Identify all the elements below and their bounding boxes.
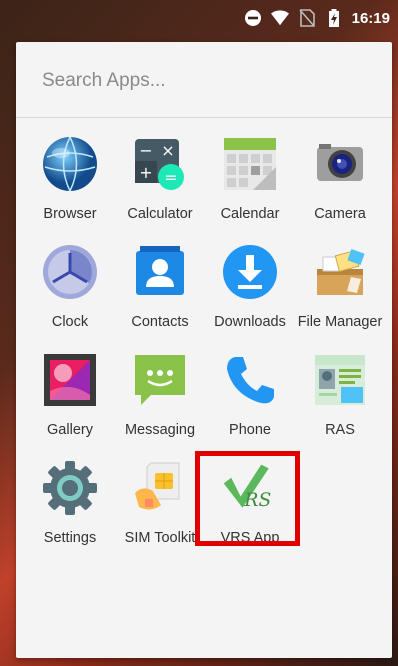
calendar-icon [220, 134, 280, 194]
app-contacts[interactable]: Contacts [115, 242, 205, 350]
app-label: Browser [43, 206, 97, 222]
app-label: VRS App [220, 530, 280, 546]
phone-icon [220, 350, 280, 410]
app-label: Phone [229, 422, 271, 438]
search-apps-input[interactable] [40, 64, 364, 98]
battery-charging-icon [325, 9, 343, 27]
app-sim-toolkit[interactable]: SIM Toolkit [115, 458, 205, 566]
app-label: Downloads [214, 314, 286, 330]
app-label: Clock [51, 314, 89, 330]
app-drawer-panel: Browser − × + = Calculator [16, 42, 392, 658]
download-icon [220, 242, 280, 302]
wifi-icon [270, 9, 289, 27]
app-settings[interactable]: Settings [25, 458, 115, 566]
clock-icon [40, 242, 100, 302]
app-calendar[interactable]: Calendar [205, 134, 295, 242]
app-label: Calendar [220, 206, 280, 222]
vrs-checkmark-icon: RS [220, 458, 280, 518]
app-camera[interactable]: Camera [295, 134, 385, 242]
app-label: Settings [43, 530, 97, 546]
app-label: SIM Toolkit [124, 530, 196, 546]
app-label: Gallery [47, 422, 93, 438]
app-label: Contacts [131, 314, 189, 330]
app-label: Calculator [127, 206, 193, 222]
app-browser[interactable]: Browser [25, 134, 115, 242]
calculator-icon: − × + = [130, 134, 190, 194]
app-calculator[interactable]: − × + = Calculator [115, 134, 205, 242]
svg-text:−: − [139, 141, 152, 160]
messaging-icon [130, 350, 190, 410]
status-bar: 16:19 [0, 0, 398, 36]
settings-gear-icon [40, 458, 100, 518]
app-gallery[interactable]: Gallery [25, 350, 115, 458]
app-ras[interactable]: RAS [295, 350, 385, 458]
svg-text:+: + [139, 163, 152, 182]
camera-icon [310, 134, 370, 194]
contacts-icon [130, 242, 190, 302]
app-file-manager[interactable]: File Manager [295, 242, 385, 350]
browser-globe-icon [40, 134, 100, 194]
app-label: File Manager [297, 314, 383, 330]
no-sim-icon [298, 9, 316, 27]
svg-text:×: × [161, 141, 174, 160]
app-label: Camera [314, 206, 366, 222]
app-messaging[interactable]: Messaging [115, 350, 205, 458]
svg-text:=: = [164, 168, 177, 187]
do-not-disturb-icon [244, 9, 262, 27]
app-grid: Browser − × + = Calculator Calendar Came… [16, 134, 392, 566]
file-manager-icon [310, 242, 370, 302]
ras-icon [310, 350, 370, 410]
gallery-icon [40, 350, 100, 410]
app-downloads[interactable]: Downloads [205, 242, 295, 350]
status-time: 16:19 [351, 9, 390, 27]
app-clock[interactable]: Clock [25, 242, 115, 350]
app-vrs[interactable]: RS VRS App [205, 458, 295, 566]
search-bar [16, 42, 392, 118]
svg-text:RS: RS [243, 490, 271, 511]
app-label: RAS [325, 422, 355, 438]
app-phone[interactable]: Phone [205, 350, 295, 458]
sim-card-icon [130, 458, 190, 518]
app-label: Messaging [124, 422, 196, 438]
